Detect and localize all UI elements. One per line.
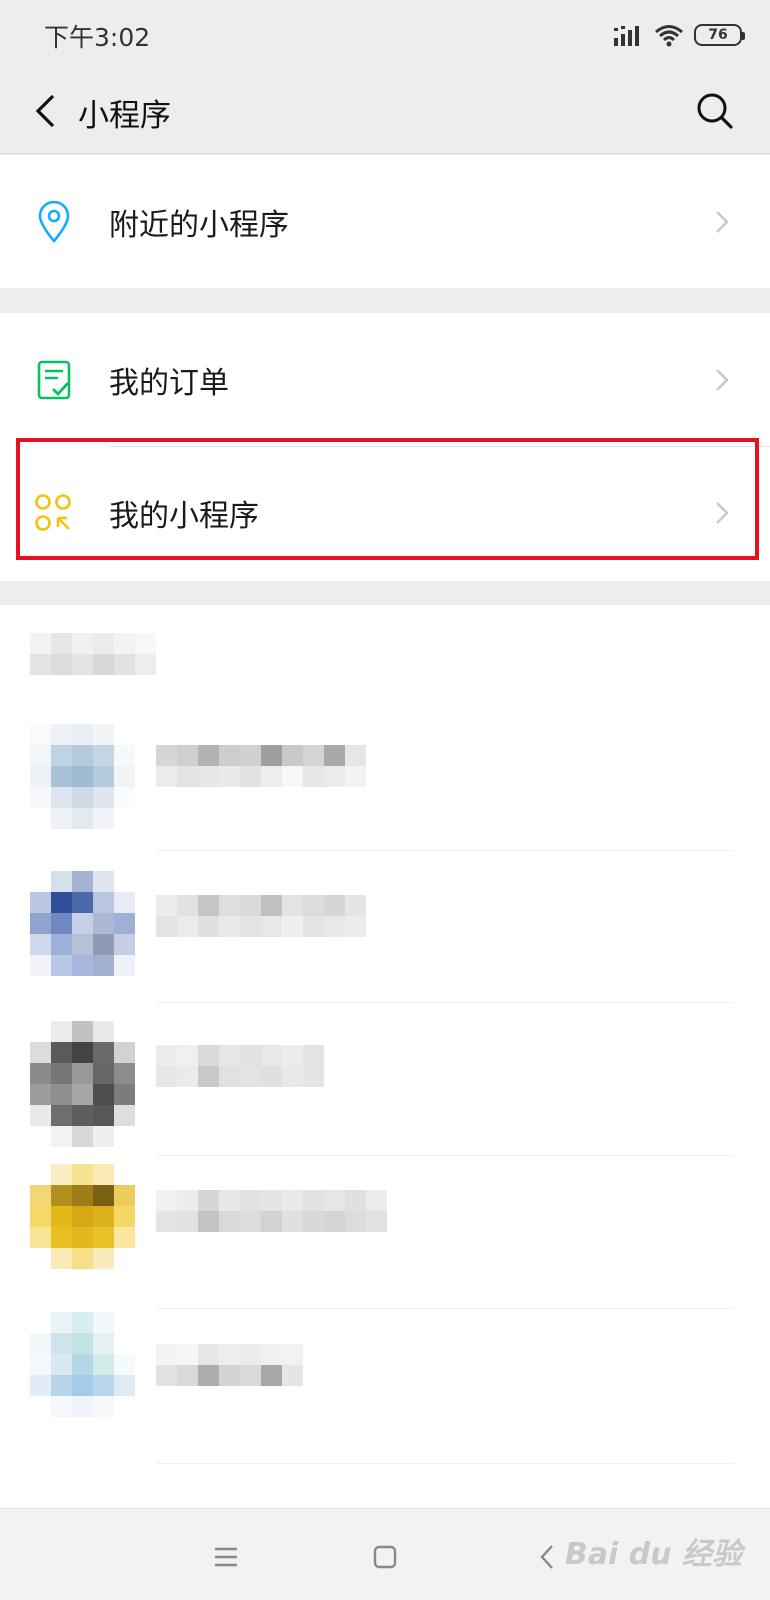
home-button[interactable]	[365, 1537, 405, 1577]
status-bar: 下午3:02 76	[0, 0, 770, 70]
list-item[interactable]	[0, 1309, 770, 1459]
status-icons: 76	[614, 20, 745, 50]
list-item[interactable]	[0, 851, 770, 1001]
search-button[interactable]	[690, 86, 740, 136]
page-title: 小程序	[78, 98, 171, 134]
recent-mini-program-list	[0, 605, 770, 1508]
location-pin-icon	[34, 200, 74, 243]
chevron-right-icon	[716, 501, 729, 524]
blurred-app-name	[156, 895, 366, 937]
nav-bar: 小程序	[0, 70, 770, 154]
recents-button[interactable]	[206, 1537, 246, 1577]
list-item[interactable]	[0, 1003, 770, 1153]
back-button[interactable]	[22, 88, 68, 134]
menu-item-nearby[interactable]: 附近的小程序	[0, 155, 770, 288]
chevron-right-icon	[716, 210, 729, 233]
blurred-app-icon	[30, 1164, 135, 1290]
divider	[109, 446, 770, 447]
back-system-button[interactable]	[527, 1537, 567, 1577]
menu-label-orders: 我的订单	[109, 365, 229, 401]
home-square-icon	[373, 1545, 397, 1569]
blurred-app-icon	[30, 1021, 135, 1147]
blurred-app-icon	[30, 1312, 135, 1417]
mini-program-icon	[34, 493, 74, 533]
chevron-right-icon	[716, 368, 729, 391]
watermark: Bai du 经验	[564, 1537, 742, 1572]
blurred-app-name	[156, 745, 366, 787]
status-time: 下午3:02	[44, 23, 151, 52]
battery-icon: 76	[694, 24, 745, 46]
menu-icon	[215, 1547, 237, 1567]
menu-label-my-mini-programs: 我的小程序	[109, 498, 259, 534]
blurred-app-icon	[30, 871, 135, 976]
blurred-app-name	[156, 1045, 324, 1087]
blurred-app-icon	[30, 724, 135, 829]
menu-group-mine: 我的订单 我的小程序	[0, 313, 770, 581]
list-item[interactable]	[0, 1156, 770, 1306]
menu-group-nearby: 附近的小程序	[0, 155, 770, 288]
search-icon	[697, 93, 733, 129]
blurred-section-header	[30, 633, 156, 675]
divider	[156, 1463, 734, 1464]
blurred-app-name	[156, 1190, 387, 1232]
order-check-icon	[34, 360, 74, 400]
chevron-left-icon	[35, 94, 55, 128]
menu-item-orders[interactable]: 我的订单	[0, 313, 770, 446]
menu-label-nearby: 附近的小程序	[109, 207, 289, 243]
list-item[interactable]	[0, 700, 770, 850]
wifi-icon	[655, 25, 683, 47]
blurred-app-name	[156, 1344, 303, 1386]
signal-icon	[614, 26, 639, 46]
system-nav-bar: Bai du 经验	[0, 1508, 770, 1600]
menu-item-my-mini-programs[interactable]: 我的小程序	[0, 446, 770, 579]
back-triangle-icon	[540, 1545, 553, 1569]
